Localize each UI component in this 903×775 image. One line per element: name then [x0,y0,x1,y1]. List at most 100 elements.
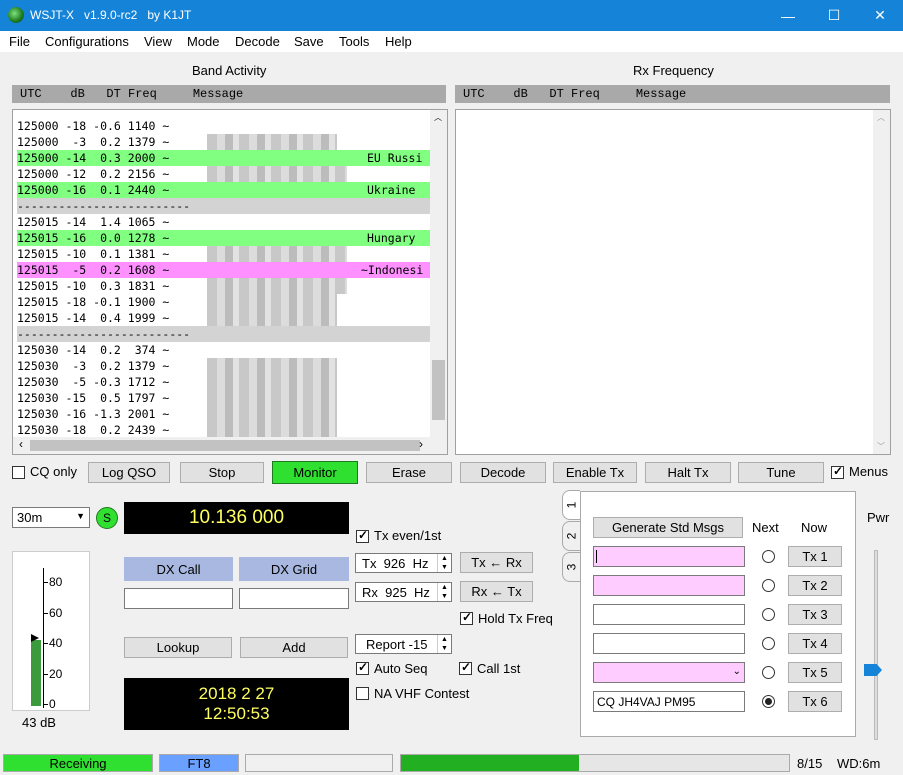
tx4-now-button[interactable]: Tx 4 [788,633,842,654]
decode-button[interactable]: Decode [460,462,546,483]
decode-row[interactable]: 125015 -5 0.2 1608 ~ ~Indonesi [17,262,431,294]
tx2-now-button[interactable]: Tx 2 [788,575,842,596]
decode-row[interactable]: 125015 -14 0.4 1999 ~ [17,310,431,342]
decode-row[interactable]: 125030 -14 0.2 374 ~ [17,342,431,374]
na-vhf-checkbox[interactable] [356,687,369,700]
menu-view[interactable]: View [144,34,172,49]
maximize-button[interactable]: ☐ [811,0,857,31]
tune-button[interactable]: Tune [738,462,824,483]
decode-row[interactable]: 125000 -12 0.2 2156 ~ [17,166,431,198]
tab-2[interactable]: 2 [562,521,580,551]
tx6-message-field[interactable]: CQ JH4VAJ PM95 [593,691,745,712]
generate-std-msgs-button[interactable]: Generate Std Msgs [593,517,743,538]
tx1-message-field[interactable] [593,546,745,567]
tx6-now-button[interactable]: Tx 6 [788,691,842,712]
decode-row[interactable]: 125000 -3 0.2 1379 ~ [17,134,431,166]
tx5-next-radio[interactable] [762,666,775,679]
tx-even-checkbox[interactable] [356,528,369,543]
hold-tx-freq-checkbox[interactable] [460,610,473,625]
decode-row[interactable]: 125015 -16 0.0 1278 ~ Hungary [17,230,431,262]
tab-1[interactable]: 1 [562,490,580,520]
spin-arrows-icon[interactable]: ▲ ▼ [437,554,451,572]
next-column-label: Next [752,520,779,535]
monitor-button[interactable]: Monitor [272,461,358,484]
dx-grid-input[interactable] [239,588,349,609]
decode-row[interactable]: 125000 -14 0.3 2000 ~ EU Russi [17,150,431,182]
call-1st-checkbox[interactable] [459,660,472,675]
decode-separator[interactable]: ------------------------- [17,326,431,342]
tx4-message-field[interactable] [593,633,745,654]
decode-country: ~Indonesi [361,263,424,277]
tx-freq-spinbox[interactable]: Tx 926 Hz ▲ ▼ [355,553,452,573]
tx2-next-radio[interactable] [762,579,775,592]
tx2-message-field[interactable] [593,575,745,596]
rx-frequency-pane[interactable]: ︿ ﹀ [455,109,891,455]
band-activity-header: UTC dB DT Freq Message [12,85,446,103]
hscroll-thumb[interactable] [30,440,420,451]
tx5-now-button[interactable]: Tx 5 [788,662,842,683]
minimize-button[interactable]: — [765,0,811,31]
s-meter-badge[interactable]: S [96,507,118,529]
band-activity-pane[interactable]: 125000 -18 -0.6 1140 ~ 125000 -3 0.2 1379… [12,109,448,455]
log-qso-button[interactable]: Log QSO [88,462,170,483]
band-select[interactable]: 30m ▼ [12,507,90,528]
decode-row[interactable]: 125000 -16 0.1 2440 ~ Ukraine [17,182,431,214]
stop-button[interactable]: Stop [180,462,264,483]
tx4-next-radio[interactable] [762,637,775,650]
menu-tools[interactable]: Tools [339,34,369,49]
tx6-next-radio[interactable] [762,695,775,708]
close-button[interactable]: ✕ [857,0,903,31]
decode-row[interactable]: 125000 -18 -0.6 1140 ~ [17,118,431,150]
halt-tx-button[interactable]: Halt Tx [645,462,731,483]
menus-checkbox[interactable] [831,464,844,479]
dx-call-input[interactable] [124,588,233,609]
spin-arrows-icon[interactable]: ▲ ▼ [437,583,451,601]
decode-row[interactable]: 125030 -16 -1.3 2001 ~ [17,406,431,438]
tx-from-rx-button[interactable]: Tx ← Rx [460,552,533,573]
menu-configurations[interactable]: Configurations [45,34,129,49]
tx3-now-button[interactable]: Tx 3 [788,604,842,625]
decode-row[interactable]: 125015 -10 0.1 1381 ~ [17,246,431,278]
tx1-now-button[interactable]: Tx 1 [788,546,842,567]
decode-row[interactable]: 125015 -10 0.3 1831 ~ [17,278,431,310]
tx1-next-radio[interactable] [762,550,775,563]
decode-row[interactable]: 125030 -15 0.5 1797 ~ [17,390,431,422]
decode-row[interactable]: 125030 -3 0.2 1379 ~ [17,358,431,390]
rx-freq-spinbox[interactable]: Rx 925 Hz ▲ ▼ [355,582,452,602]
scroll-down-icon[interactable]: ﹀ [877,441,885,452]
menu-save[interactable]: Save [294,34,324,49]
cq-only-checkbox[interactable] [12,466,25,479]
decode-row[interactable]: 125030 -5 -0.3 1712 ~ [17,374,431,406]
band-activity-hscroll[interactable]: ‹ › [13,437,447,454]
tx3-message-field[interactable] [593,604,745,625]
pwr-slider-track[interactable] [874,550,878,740]
lookup-button[interactable]: Lookup [124,637,232,658]
menu-help[interactable]: Help [385,34,412,49]
scroll-up-icon[interactable]: ︿ [877,112,885,123]
report-spinbox[interactable]: Report -15 ▲ ▼ [355,634,452,654]
menu-decode[interactable]: Decode [235,34,280,49]
scroll-left-icon[interactable]: ‹ [19,437,23,451]
menu-file[interactable]: File [9,34,30,49]
scroll-thumb[interactable] [432,360,445,420]
tab-3[interactable]: 3 [562,552,580,582]
decode-row[interactable]: 125030 -18 0.2 2439 ~ [17,422,431,454]
pwr-slider-thumb[interactable] [864,664,882,676]
erase-button[interactable]: Erase [366,462,452,483]
rx-frequency-vscroll[interactable]: ︿ ﹀ [873,110,890,454]
scroll-right-icon[interactable]: › [419,437,423,451]
decode-row[interactable]: 125015 -14 1.4 1065 ~ [17,214,431,246]
menu-mode[interactable]: Mode [187,34,220,49]
enable-tx-button[interactable]: Enable Tx [553,462,637,483]
tx3-next-radio[interactable] [762,608,775,621]
auto-seq-checkbox[interactable] [356,660,369,675]
band-activity-vscroll[interactable]: ︿ [430,110,447,438]
decode-row[interactable]: 125015 -18 -0.1 1900 ~ [17,294,431,326]
spin-arrows-icon[interactable]: ▲ ▼ [437,635,451,653]
chevron-down-icon[interactable]: ⌄ [733,666,741,677]
scroll-up-icon[interactable]: ︿ [434,112,442,123]
add-button[interactable]: Add [240,637,348,658]
tx5-message-field[interactable]: ⌄ [593,662,745,683]
rx-from-tx-button[interactable]: Rx ← Tx [460,581,533,602]
decode-separator[interactable]: ------------------------- [17,198,431,214]
